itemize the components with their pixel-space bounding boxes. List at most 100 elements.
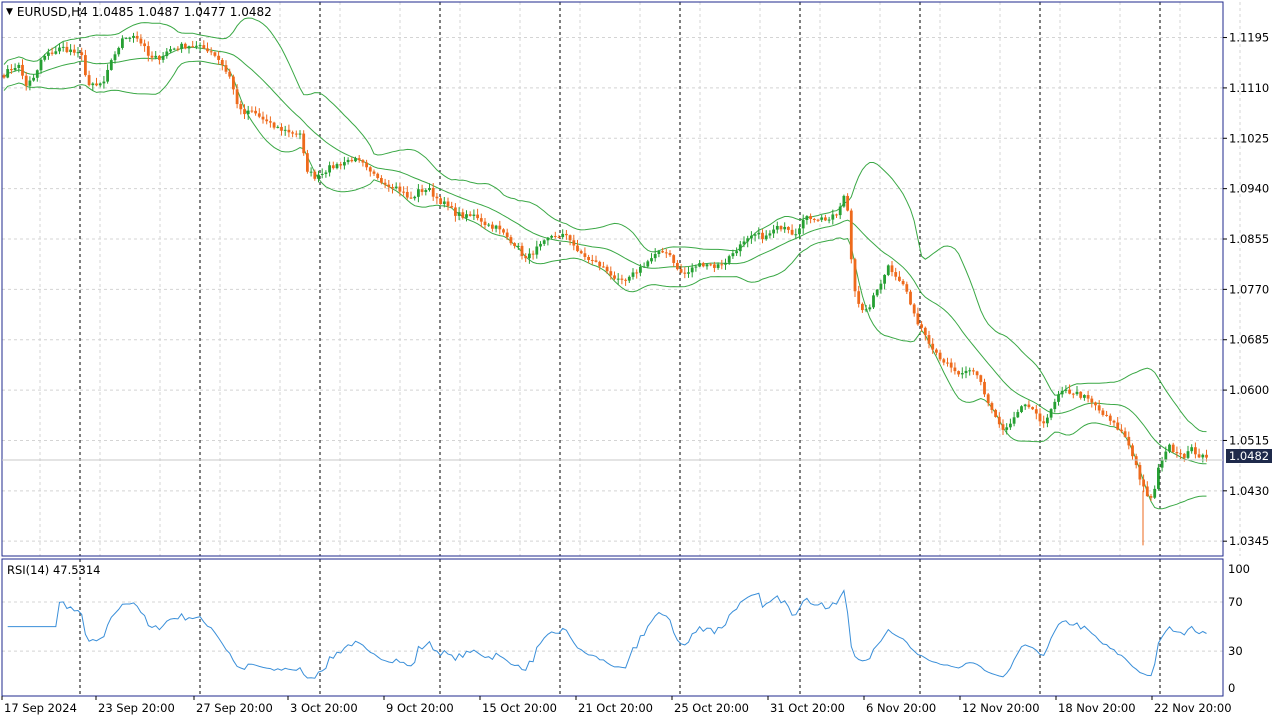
candle-bull xyxy=(61,46,65,48)
candle-bear xyxy=(232,76,235,90)
candle-bull xyxy=(801,219,805,229)
candle-bear xyxy=(524,256,528,259)
candle-bear xyxy=(835,214,838,216)
candle-bull xyxy=(124,37,128,39)
symbol-header: ▼ EURUSD,H4 1.0485 1.0487 1.0477 1.0482 xyxy=(6,4,272,20)
candle-bull xyxy=(687,272,690,274)
candle-bear xyxy=(21,64,24,76)
candle-bull xyxy=(550,235,553,238)
candle-bear xyxy=(909,291,912,305)
candle-bull xyxy=(32,77,35,81)
candle-bull xyxy=(195,45,198,47)
candle-bear xyxy=(135,35,139,39)
candle-bear xyxy=(846,195,849,211)
candle-bear xyxy=(861,303,864,311)
chart-canvas[interactable]: 1.1195 1.1110 1.1025 1.0940 1.0855 1.0770 1.06… xyxy=(0,0,1280,720)
candle-bear xyxy=(454,207,457,216)
candle-bull xyxy=(883,274,886,284)
candle-bull xyxy=(465,214,468,218)
price-tick-label: 1.0685 xyxy=(1229,333,1269,347)
candle-bear xyxy=(272,122,276,128)
candle-bear xyxy=(498,225,502,230)
candle-bull xyxy=(109,60,113,70)
candle-bear xyxy=(435,196,439,199)
candle-bear xyxy=(583,253,587,257)
price-tick-label: 1.1110 xyxy=(1229,81,1269,95)
candle-bull xyxy=(783,226,787,230)
candle-bear xyxy=(372,171,376,174)
candle-bear xyxy=(894,272,898,277)
candle-bear xyxy=(898,276,901,281)
candle-bull xyxy=(442,201,446,205)
candle-bear xyxy=(949,362,953,368)
price-tick-label: 1.1195 xyxy=(1229,31,1269,45)
candle-bear xyxy=(505,232,509,238)
candle-bear xyxy=(265,119,269,122)
rsi-tick-label: 30 xyxy=(1228,644,1243,658)
candle-bear xyxy=(620,278,624,280)
candle-bear xyxy=(979,375,983,382)
candle-bull xyxy=(1005,427,1009,430)
candle-bear xyxy=(946,362,949,364)
collapse-triangle-icon[interactable]: ▼ xyxy=(6,6,13,18)
candle-bull xyxy=(324,172,328,174)
candle-bear xyxy=(1142,479,1145,487)
candle-bear xyxy=(1038,413,1042,422)
candle-bear xyxy=(787,226,790,230)
candle-bear xyxy=(923,327,927,336)
rsi-tick-label: 100 xyxy=(1228,562,1250,576)
candle-bear xyxy=(598,261,602,267)
band-middle xyxy=(3,46,1207,465)
candle-bull xyxy=(716,264,720,268)
candle-bull xyxy=(165,51,169,57)
candle-bear xyxy=(972,370,975,372)
time-label: 3 Oct 20:00 xyxy=(290,701,358,715)
candle-bear xyxy=(235,89,239,105)
rsi-tick-label: 0 xyxy=(1228,681,1235,695)
candle-bull xyxy=(705,264,709,267)
candle-bear xyxy=(1086,395,1090,399)
candle-bear xyxy=(1108,415,1112,421)
candle-bear xyxy=(1042,421,1046,424)
candle-bear xyxy=(146,46,150,56)
candle-bull xyxy=(831,214,835,220)
price-tick-label: 1.0855 xyxy=(1229,232,1269,246)
candle-bear xyxy=(912,304,916,314)
candle-bull xyxy=(842,195,846,207)
candle-bull xyxy=(750,235,753,239)
candle-bear xyxy=(217,55,220,60)
price-tick-label: 1.0940 xyxy=(1229,182,1269,196)
candle-bear xyxy=(1134,456,1138,466)
candle-bull xyxy=(1153,488,1157,498)
candle-bear xyxy=(901,280,905,285)
candle-bear xyxy=(302,133,306,154)
candle-bull xyxy=(1060,390,1064,395)
candle-bear xyxy=(920,324,923,328)
candle-bear xyxy=(439,198,442,205)
candle-bear xyxy=(306,153,309,172)
candle-bull xyxy=(28,80,32,86)
candle-bear xyxy=(84,55,87,76)
candle-bull xyxy=(198,45,202,47)
candle-bear xyxy=(809,216,812,219)
candle-bull xyxy=(487,224,491,226)
candle-bull xyxy=(346,159,350,163)
candle-bull xyxy=(1201,454,1205,458)
candle-bear xyxy=(1079,391,1083,398)
candle-bull xyxy=(76,52,80,54)
price-tick-label: 1.0430 xyxy=(1229,484,1269,498)
candle-bear xyxy=(683,272,687,274)
candle-bear xyxy=(576,245,579,252)
candle-bull xyxy=(494,225,498,229)
candle-bull xyxy=(960,373,964,375)
candle-bear xyxy=(531,253,535,255)
candle-bull xyxy=(39,59,43,71)
time-label: 21 Oct 20:00 xyxy=(578,701,653,715)
candle-bear xyxy=(790,229,794,235)
candle-bull xyxy=(535,246,539,255)
candle-bear xyxy=(1205,454,1208,458)
candle-bear xyxy=(1068,389,1071,394)
candle-bull xyxy=(528,253,531,259)
time-axis: 17 Sep 2024 23 Sep 20:00 27 Sep 20:00 3 Oct… xyxy=(1,696,1232,715)
time-label: 25 Oct 20:00 xyxy=(674,701,749,715)
